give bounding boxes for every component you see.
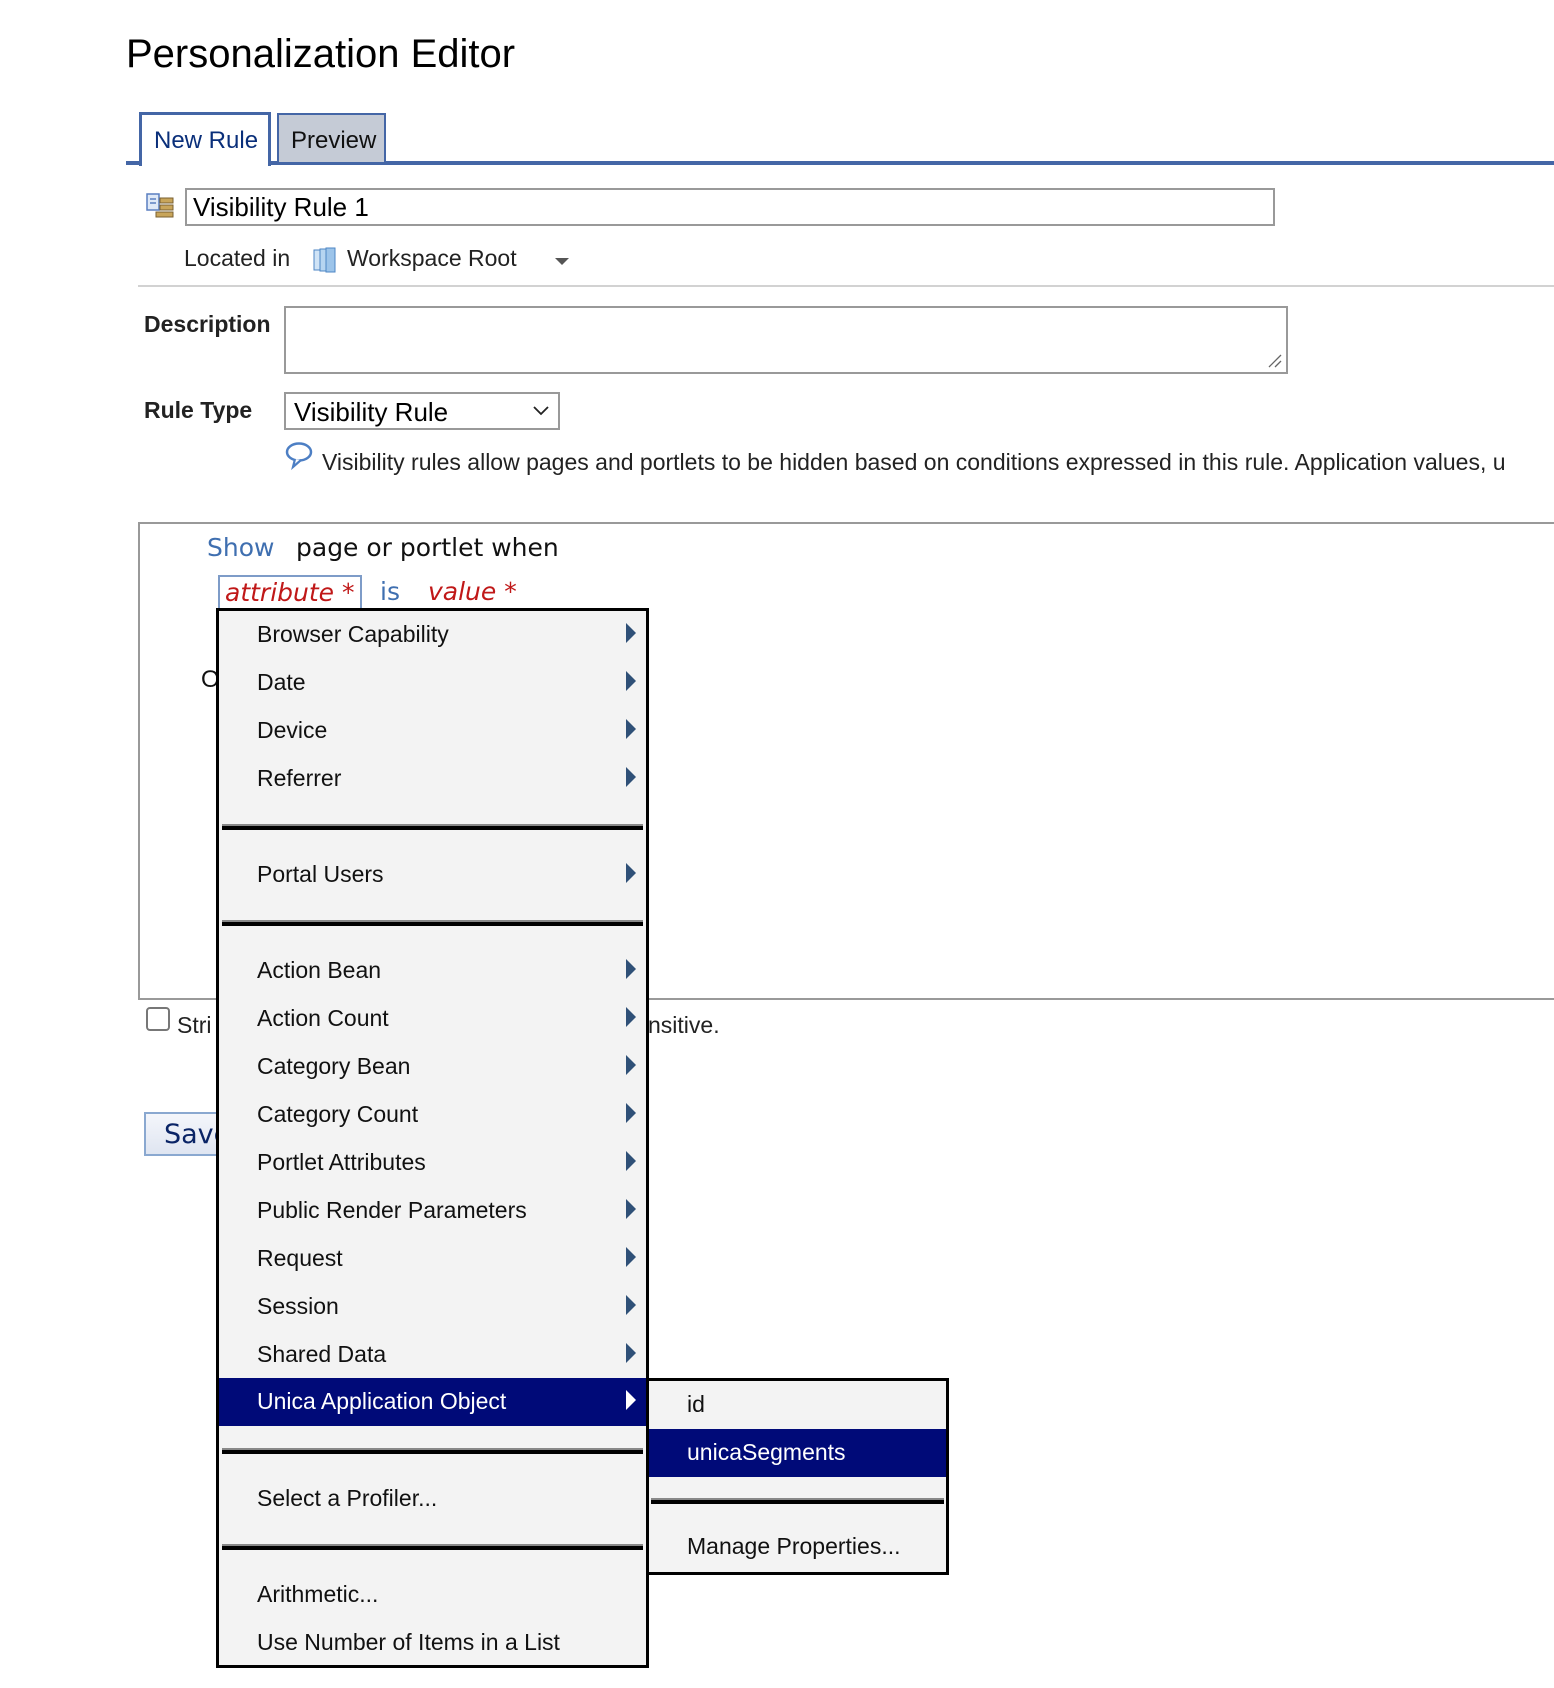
tab-preview[interactable]: Preview [277,113,386,162]
menu-item-label: Action Bean [257,957,382,983]
menu-item-action-bean[interactable]: Action Bean [219,947,646,995]
menu-item-request[interactable]: Request [219,1235,646,1283]
menu-item-label: Public Render Parameters [257,1197,527,1223]
submenu-arrow-icon [626,863,636,883]
menu-item-label: Use Number of Items in a List [257,1629,560,1655]
submenu-item-label: unicaSegments [687,1439,846,1465]
strict-case-label-tail: nsitive. [648,1012,720,1038]
submenu-arrow-icon [626,1343,636,1363]
menu-item-label: Request [257,1245,343,1271]
submenu-item-id[interactable]: id [649,1381,946,1429]
menu-item-label: Session [257,1293,339,1319]
submenu-arrow-icon [626,623,636,643]
submenu-arrow-icon [626,1199,636,1219]
rule-type-help-text: Visibility rules allow pages and portlet… [322,449,1506,475]
unica-submenu: id unicaSegments Manage Properties... [647,1378,949,1575]
menu-item-label: Portlet Attributes [257,1149,426,1175]
menu-item-label: Referrer [257,765,342,791]
submenu-arrow-icon [626,1103,636,1123]
submenu-arrow-icon [626,1007,636,1027]
menu-item-portlet-attributes[interactable]: Portlet Attributes [219,1139,646,1187]
rule-name-input[interactable] [185,188,1275,226]
rule-when-text: page or portlet when [296,533,559,562]
submenu-arrow-icon [626,719,636,739]
menu-item-category-count[interactable]: Category Count [219,1091,646,1139]
operator-link[interactable]: is [380,577,400,606]
menu-item-label: Portal Users [257,861,384,887]
workspace-location[interactable]: Workspace Root [347,245,517,272]
submenu-arrow-icon [626,1055,636,1075]
menu-item-label: Device [257,717,328,743]
value-selector[interactable]: value * [428,577,517,606]
menu-item-device[interactable]: Device [219,707,646,755]
submenu-arrow-icon [626,959,636,979]
menu-item-label: Browser Capability [257,621,449,647]
menu-item-action-count[interactable]: Action Count [219,995,646,1043]
page-title: Personalization Editor [126,32,516,76]
description-input[interactable] [284,306,1288,374]
section-divider [138,285,1554,287]
chevron-down-icon [533,406,549,416]
location-dropdown-icon[interactable] [555,258,569,265]
menu-item-label: Action Count [257,1005,389,1031]
submenu-arrow-icon [626,767,636,787]
menu-item-label: Arithmetic... [257,1581,379,1607]
submenu-item-label: id [687,1391,705,1417]
menu-item-arithmetic[interactable]: Arithmetic... [219,1571,646,1619]
menu-item-label: Date [257,669,306,695]
located-in-label: Located in [184,245,291,271]
submenu-arrow-icon [626,1390,636,1410]
menu-item-label: Category Bean [257,1053,411,1079]
submenu-arrow-icon [626,1247,636,1267]
menu-item-portal-users[interactable]: Portal Users [219,851,646,899]
menu-item-public-render-parameters[interactable]: Public Render Parameters [219,1187,646,1235]
submenu-arrow-icon [626,671,636,691]
menu-separator [651,1498,944,1504]
menu-item-browser-capability[interactable]: Browser Capability [219,611,646,659]
attribute-context-menu: Browser Capability Date Device Referrer … [216,608,649,1668]
submenu-item-manage-properties[interactable]: Manage Properties... [649,1523,946,1571]
menu-separator [222,920,643,926]
strict-case-label: Stri [177,1012,212,1038]
strict-case-checkbox[interactable] [146,1007,170,1031]
speech-bubble-icon [285,442,313,471]
submenu-item-label: Manage Properties... [687,1533,901,1559]
menu-item-label: Unica Application Object [257,1388,507,1414]
menu-item-label: Category Count [257,1101,419,1127]
submenu-arrow-icon [626,1151,636,1171]
resize-grip-icon[interactable] [1268,354,1282,368]
menu-separator [222,1448,643,1454]
menu-item-unica-application-object[interactable]: Unica Application Object [219,1378,646,1426]
menu-separator [222,824,643,830]
rule-icon [146,193,174,218]
menu-item-session[interactable]: Session [219,1283,646,1331]
menu-separator [222,1544,643,1550]
rule-type-label: Rule Type [144,397,253,423]
tab-new-rule[interactable]: New Rule [139,112,271,166]
attribute-selector[interactable]: attribute * [218,575,362,611]
submenu-arrow-icon [626,1295,636,1315]
description-label: Description [144,311,271,337]
menu-item-shared-data[interactable]: Shared Data [219,1331,646,1379]
menu-item-label: Shared Data [257,1341,387,1367]
menu-item-date[interactable]: Date [219,659,646,707]
rule-type-select[interactable]: Visibility Rule [284,392,560,430]
menu-item-select-profiler[interactable]: Select a Profiler... [219,1475,646,1523]
workspace-icon [313,247,336,273]
menu-item-referrer[interactable]: Referrer [219,755,646,803]
menu-item-use-number-of-items[interactable]: Use Number of Items in a List [219,1619,646,1667]
submenu-item-unica-segments[interactable]: unicaSegments [649,1429,946,1477]
menu-item-category-bean[interactable]: Category Bean [219,1043,646,1091]
menu-item-label: Select a Profiler... [257,1485,438,1511]
show-action-link[interactable]: Show [207,533,274,562]
